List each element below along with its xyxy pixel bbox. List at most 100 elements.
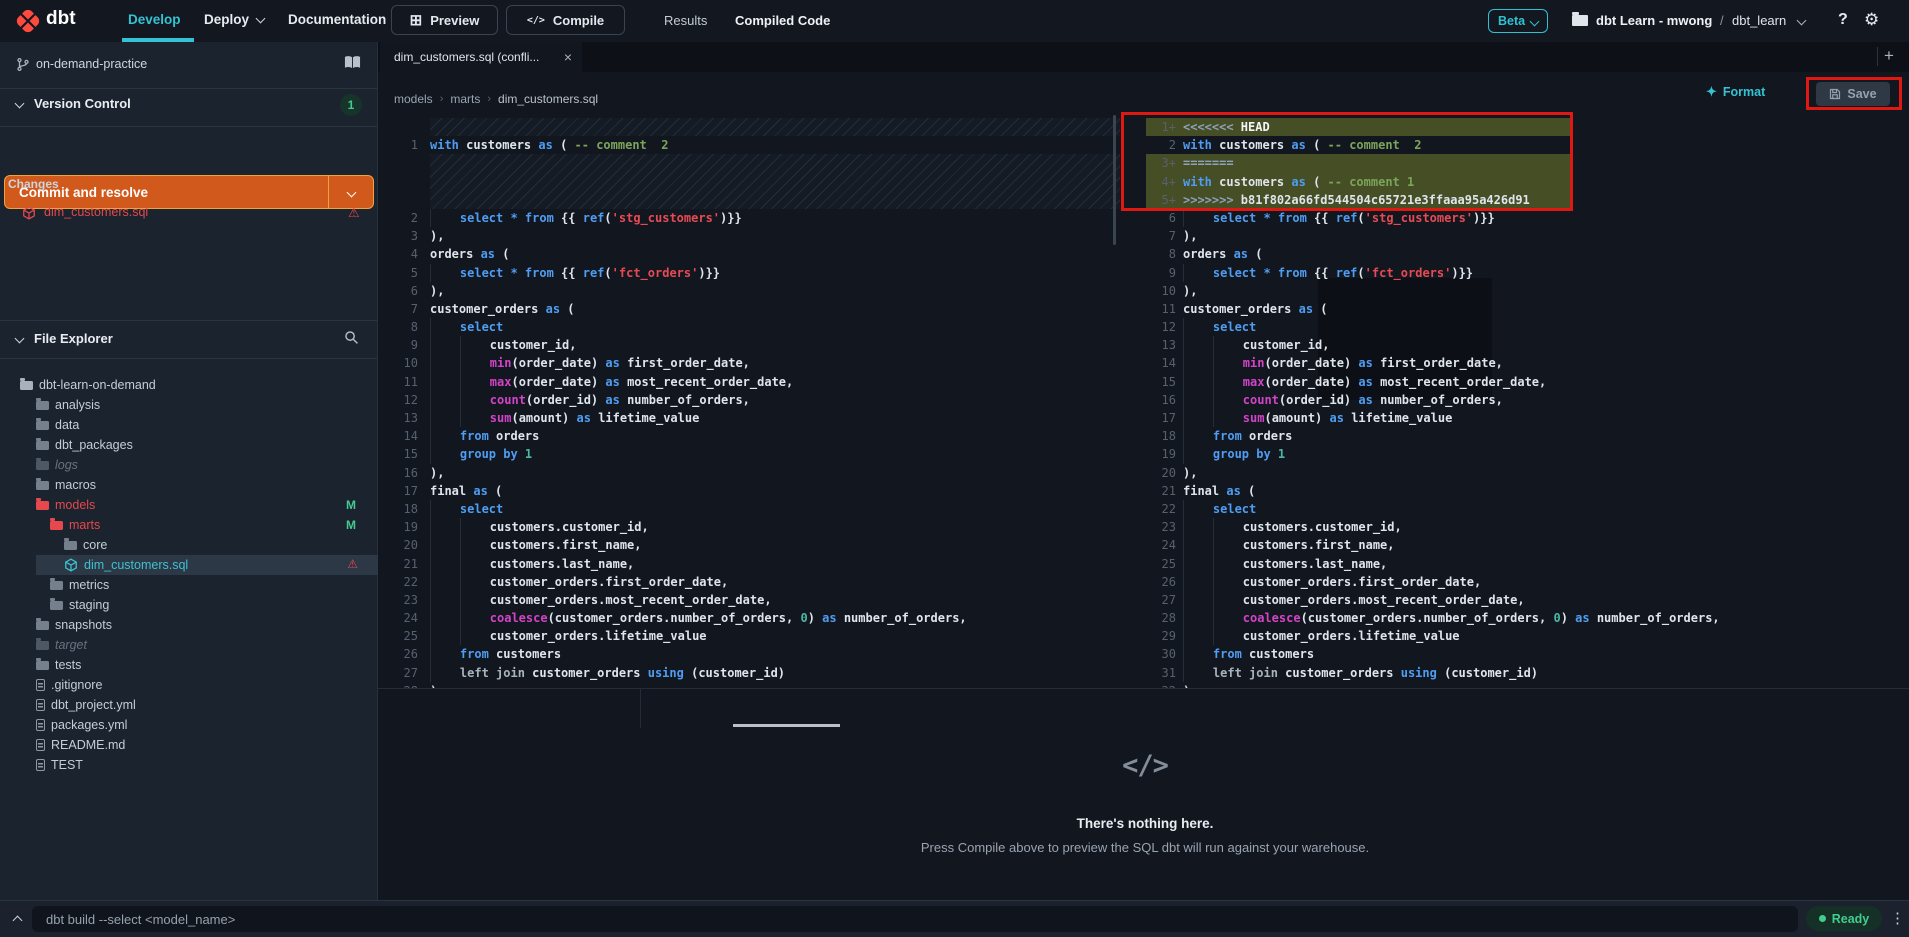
code-line[interactable]: 12count(order_id) as number_of_orders, <box>378 391 1120 409</box>
code-line[interactable]: 5+>>>>>>> b81f802a66fd544504c65721e3ffaa… <box>1146 191 1909 209</box>
tree-item-staging[interactable]: staging <box>0 595 378 615</box>
code-line[interactable]: 25customer_orders.lifetime_value <box>378 627 1120 645</box>
project-chevron-icon[interactable] <box>1797 16 1807 26</box>
breadcrumb-models[interactable]: models <box>394 92 433 106</box>
code-line[interactable]: 13sum(amount) as lifetime_value <box>378 409 1120 427</box>
search-icon[interactable] <box>344 330 359 345</box>
code-line[interactable]: 27left join customer_orders using (custo… <box>378 664 1120 682</box>
tree-item-target[interactable]: target <box>0 635 378 655</box>
code-line[interactable]: 26customer_orders.first_order_date, <box>1146 573 1909 591</box>
code-line[interactable]: 4orders as ( <box>378 245 1120 263</box>
code-line[interactable]: 13customer_id, <box>1146 336 1909 354</box>
nav-documentation[interactable]: Documentation <box>288 12 386 27</box>
tree-item-logs[interactable]: logs <box>0 455 378 475</box>
editor-pane-working[interactable]: 1with customers as ( -- comment 2 2select… <box>378 110 1120 688</box>
code-line[interactable]: 16count(order_id) as number_of_orders, <box>1146 391 1909 409</box>
code-line[interactable]: 15group by 1 <box>378 445 1120 463</box>
tree-item-dbt_packages[interactable]: dbt_packages <box>0 435 378 455</box>
code-line[interactable]: 12select <box>1146 318 1909 336</box>
code-line[interactable]: 29customer_orders.lifetime_value <box>1146 627 1909 645</box>
code-line[interactable]: 24coalesce(customer_orders.number_of_ord… <box>378 609 1120 627</box>
code-line[interactable]: 3+======= <box>1146 154 1909 172</box>
code-line[interactable]: 4+with customers as ( -- comment 1 <box>1146 173 1909 191</box>
preview-button[interactable]: ⊞ Preview <box>391 5 498 35</box>
tab-dim-customers[interactable]: dim_customers.sql (confli... × <box>380 42 582 72</box>
code-line[interactable]: 20), <box>1146 464 1909 482</box>
tree-item-analysis[interactable]: analysis <box>0 395 378 415</box>
code-line[interactable]: 18from orders <box>1146 427 1909 445</box>
code-line[interactable]: 30from customers <box>1146 645 1909 663</box>
code-line[interactable]: 6select * from {{ ref('stg_customers')}} <box>1146 209 1909 227</box>
tree-item-macros[interactable]: macros <box>0 475 378 495</box>
code-line[interactable]: 19customers.customer_id, <box>378 518 1120 536</box>
code-line[interactable]: 5select * from {{ ref('fct_orders')}} <box>378 264 1120 282</box>
tree-item-models[interactable]: modelsM <box>0 495 378 515</box>
code-line[interactable]: 10), <box>1146 282 1909 300</box>
code-line[interactable]: 23customer_orders.most_recent_order_date… <box>378 591 1120 609</box>
new-tab-plus-icon[interactable]: + <box>1884 46 1894 66</box>
help-icon[interactable]: ? <box>1838 11 1848 29</box>
tab-results[interactable]: Results <box>664 0 707 40</box>
format-button[interactable]: ✦ Format <box>1706 84 1765 100</box>
beta-dropdown[interactable]: Beta <box>1488 9 1548 33</box>
editor-pane-conflict-diff[interactable]: 1+<<<<<<< HEAD2with customers as ( -- co… <box>1146 110 1909 688</box>
code-line[interactable]: 15max(order_date) as most_recent_order_d… <box>1146 373 1909 391</box>
tree-item-TEST[interactable]: TEST <box>0 755 378 775</box>
code-line[interactable]: 17sum(amount) as lifetime_value <box>1146 409 1909 427</box>
code-line[interactable]: 18select <box>378 500 1120 518</box>
kebab-menu-icon[interactable]: ⋮ <box>1890 909 1905 927</box>
code-line[interactable]: 22select <box>1146 500 1909 518</box>
chevron-up-icon[interactable] <box>13 916 23 926</box>
code-line[interactable]: 25customers.last_name, <box>1146 555 1909 573</box>
code-line[interactable]: 21final as ( <box>1146 482 1909 500</box>
code-line[interactable]: 7), <box>1146 227 1909 245</box>
code-line[interactable]: 2select * from {{ ref('stg_customers')}} <box>378 209 1120 227</box>
gear-icon[interactable]: ⚙ <box>1864 10 1879 30</box>
code-line[interactable]: 2with customers as ( -- comment 2 <box>1146 136 1909 154</box>
tree-item-dbt_project.yml[interactable]: dbt_project.yml <box>0 695 378 715</box>
tree-item-marts[interactable]: martsM <box>0 515 378 535</box>
code-line[interactable]: 16), <box>378 464 1120 482</box>
collapse-chevron-icon[interactable] <box>15 99 25 109</box>
tree-item-dbt-learn-on-demand[interactable]: dbt-learn-on-demand <box>0 375 378 395</box>
command-input[interactable] <box>32 906 1798 932</box>
code-line[interactable]: 19group by 1 <box>1146 445 1909 463</box>
docs-book-icon[interactable] <box>344 55 361 70</box>
tree-item-tests[interactable]: tests <box>0 655 378 675</box>
code-line[interactable]: 8select <box>378 318 1120 336</box>
code-line[interactable]: 11max(order_date) as most_recent_order_d… <box>378 373 1120 391</box>
code-line[interactable]: 22customer_orders.first_order_date, <box>378 573 1120 591</box>
collapse-chevron-icon[interactable] <box>15 334 25 344</box>
tree-item-README.md[interactable]: README.md <box>0 735 378 755</box>
nav-deploy[interactable]: Deploy <box>204 12 264 27</box>
account-name[interactable]: dbt Learn - mwong <box>1596 13 1712 28</box>
code-line[interactable]: 9customer_id, <box>378 336 1120 354</box>
code-line[interactable]: 21customers.last_name, <box>378 555 1120 573</box>
close-icon[interactable]: × <box>564 49 572 65</box>
tree-item-dim_customers.sql[interactable]: dim_customers.sql⚠ <box>0 555 378 575</box>
code-line[interactable]: 1with customers as ( -- comment 2 <box>378 136 1120 154</box>
code-line[interactable]: 14min(order_date) as first_order_date, <box>1146 354 1909 372</box>
file-explorer-title[interactable]: File Explorer <box>34 331 113 346</box>
version-control-title[interactable]: Version Control <box>34 96 131 111</box>
code-line[interactable]: 24customers.first_name, <box>1146 536 1909 554</box>
branch-name[interactable]: on-demand-practice <box>36 57 147 71</box>
code-line[interactable]: 14from orders <box>378 427 1120 445</box>
nav-develop[interactable]: Develop <box>128 12 181 27</box>
code-line[interactable]: 10min(order_date) as first_order_date, <box>378 354 1120 372</box>
tab-compiled-code[interactable]: Compiled Code <box>735 0 830 40</box>
changed-file-row[interactable]: dim_customers.sql ⚠ <box>0 202 378 224</box>
save-button[interactable]: Save <box>1816 82 1890 106</box>
code-line[interactable]: 11customer_orders as ( <box>1146 300 1909 318</box>
tree-item-metrics[interactable]: metrics <box>0 575 378 595</box>
code-line[interactable]: 6), <box>378 282 1120 300</box>
scrollbar-thumb[interactable] <box>1113 115 1116 245</box>
code-line[interactable]: 26from customers <box>378 645 1120 663</box>
tree-item-core[interactable]: core <box>0 535 378 555</box>
code-line[interactable]: 8orders as ( <box>1146 245 1909 263</box>
code-line[interactable]: 27customer_orders.most_recent_order_date… <box>1146 591 1909 609</box>
compile-button[interactable]: </> Compile <box>506 5 625 35</box>
breadcrumb-marts[interactable]: marts <box>450 92 480 106</box>
code-line[interactable]: 20customers.first_name, <box>378 536 1120 554</box>
code-line[interactable]: 3), <box>378 227 1120 245</box>
